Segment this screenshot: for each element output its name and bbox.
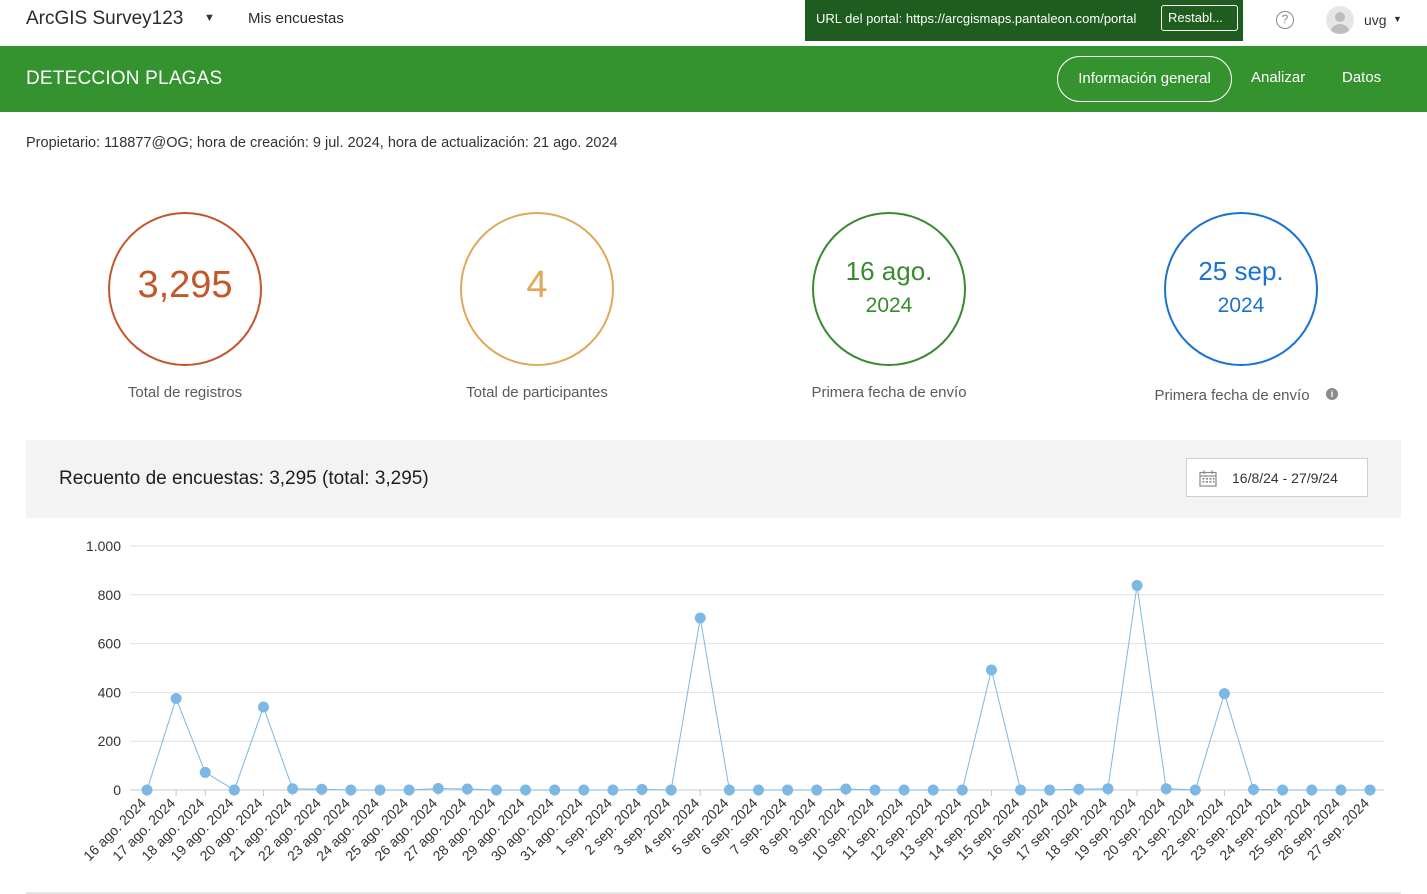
avatar[interactable]	[1326, 6, 1354, 34]
data-point	[432, 783, 444, 795]
data-point	[141, 784, 153, 796]
data-point	[199, 766, 211, 778]
tab-analyze[interactable]: Analizar	[1251, 56, 1305, 102]
survey-meta: Propietario: 118877@OG; hora de creación…	[26, 135, 618, 151]
data-point	[665, 784, 677, 796]
data-point	[985, 664, 997, 676]
data-point	[1248, 784, 1260, 796]
y-tick-label: 400	[98, 684, 122, 700]
first-date-label: Primera fecha de envío	[811, 384, 967, 401]
data-point	[1102, 783, 1114, 795]
chart-header: Recuento de encuestas: 3,295 (total: 3,2…	[26, 440, 1401, 518]
portal-reset-button[interactable]: Restabl...	[1161, 5, 1238, 31]
data-point	[1218, 688, 1230, 700]
first-date-day: 16 ago.	[845, 256, 933, 286]
data-point	[840, 783, 852, 795]
user-name[interactable]: uvg	[1364, 12, 1387, 28]
date-range-value: 16/8/24 - 27/9/24	[1232, 470, 1338, 486]
data-point	[694, 612, 706, 624]
last-date-day: 25 sep.	[1198, 256, 1284, 286]
data-point	[753, 784, 764, 796]
y-tick-label: 800	[98, 587, 122, 603]
data-point	[287, 783, 299, 795]
survey-name: DETECCION PLAGAS	[26, 68, 223, 89]
data-point	[636, 784, 648, 796]
data-point	[723, 784, 735, 796]
total-participants-value: 4	[526, 264, 548, 306]
data-point	[170, 693, 182, 704]
chevron-down-icon[interactable]: ▼	[204, 12, 215, 24]
last-date-circle: 25 sep. 2024	[1164, 212, 1318, 366]
data-point	[374, 784, 386, 796]
data-point	[1073, 783, 1085, 795]
first-date-year: 2024	[865, 294, 913, 317]
data-point	[1189, 784, 1201, 796]
total-records-value: 3,295	[137, 264, 233, 306]
portal-banner: URL del portal: https://arcgismaps.panta…	[805, 0, 1243, 41]
data-point	[228, 784, 240, 796]
app-title[interactable]: ArcGIS Survey123	[26, 8, 183, 30]
data-point	[549, 784, 561, 796]
y-tick-label: 0	[113, 782, 121, 798]
my-surveys-link[interactable]: Mis encuestas	[248, 10, 344, 27]
y-tick-label: 200	[98, 733, 122, 749]
data-point	[607, 784, 619, 796]
user-menu-caret-icon[interactable]: ▼	[1393, 14, 1402, 24]
data-point	[520, 784, 532, 796]
first-date-circle: 16 ago. 2024	[812, 212, 966, 366]
data-point	[898, 784, 910, 796]
series-line	[146, 585, 1370, 791]
y-tick-label: 1.000	[86, 538, 121, 554]
data-point	[956, 784, 968, 796]
top-bar: ArcGIS Survey123 ▼ Mis encuestas URL del…	[0, 0, 1427, 46]
survey-count-chart: 0 200 400 600 800 1.000 16 ago. 2024 17 ago. 20…	[26, 518, 1401, 894]
data-point	[811, 784, 823, 796]
total-participants-circle: 4	[460, 212, 614, 366]
data-point	[782, 784, 794, 796]
tab-data[interactable]: Datos	[1342, 56, 1381, 102]
total-participants-label: Total de participantes	[466, 384, 608, 401]
chart-title: Recuento de encuestas: 3,295 (total: 3,2…	[59, 468, 429, 489]
tab-overview[interactable]: Información general	[1057, 56, 1232, 102]
data-point	[927, 784, 939, 796]
data-point	[1160, 783, 1172, 795]
portal-url-label: URL del portal: https://arcgismaps.panta…	[816, 11, 1137, 26]
data-point	[1306, 784, 1318, 796]
info-icon[interactable]: i	[1326, 388, 1338, 400]
data-point	[461, 783, 473, 795]
data-point	[490, 784, 502, 796]
line-chart-svg: 02004006008001.00016 ago. 202417 ago. 20…	[80, 538, 1384, 864]
date-range-picker[interactable]: 16/8/24 - 27/9/24	[1186, 458, 1368, 497]
data-point	[257, 701, 269, 713]
data-point	[869, 784, 881, 796]
total-records-label: Total de registros	[127, 384, 243, 401]
data-point	[1015, 784, 1027, 796]
survey-header: DETECCION PLAGAS Información general Ana…	[0, 46, 1427, 112]
data-point	[1364, 784, 1376, 796]
data-point	[1044, 784, 1056, 796]
total-records-circle: 3,295	[108, 212, 262, 366]
question-circle-icon[interactable]: ?	[1276, 11, 1294, 29]
data-point	[1131, 580, 1143, 592]
data-point	[345, 784, 357, 796]
data-point	[578, 784, 590, 796]
last-date-year: 2024	[1217, 294, 1265, 317]
data-point	[316, 783, 328, 795]
last-date-label: Primera fecha de envío	[1154, 387, 1310, 404]
data-point	[403, 784, 415, 796]
calendar-icon	[1199, 470, 1217, 487]
y-tick-label: 600	[98, 636, 122, 652]
data-point	[1335, 784, 1347, 796]
data-point	[1277, 784, 1289, 796]
